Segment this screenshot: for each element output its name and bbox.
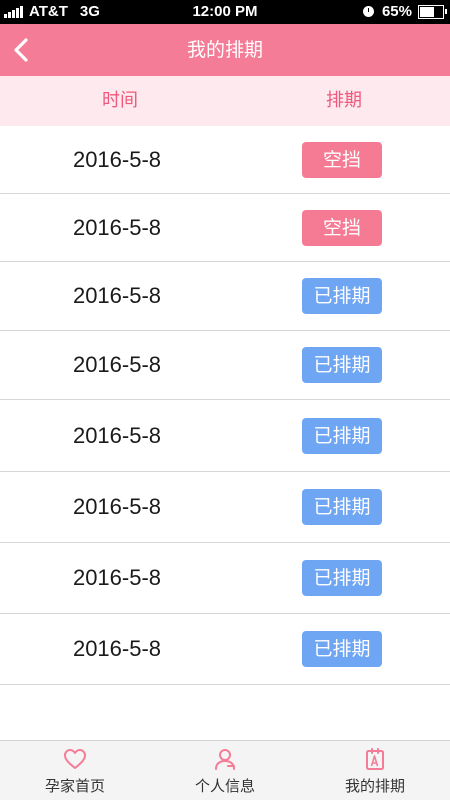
- row-date: 2016-5-8: [72, 352, 162, 377]
- status-badge-empty[interactable]: 空挡: [302, 142, 382, 178]
- table-row: 2016-5-8 空挡: [0, 126, 450, 194]
- row-date: 2016-5-8: [72, 636, 162, 661]
- battery-icon: [418, 4, 447, 19]
- row-date: 2016-5-8: [72, 494, 162, 519]
- row-date: 2016-5-8: [72, 423, 162, 448]
- table-row: 2016-5-8 已排期: [0, 614, 450, 685]
- status-badge-booked[interactable]: 已排期: [302, 418, 382, 454]
- nav-bar: 我的排期: [0, 24, 450, 76]
- page-title: 我的排期: [186, 39, 263, 61]
- heart-icon: [63, 747, 87, 771]
- column-header-schedule: 排期: [326, 90, 362, 111]
- status-badge-booked[interactable]: 已排期: [302, 631, 382, 667]
- table-row: 2016-5-8 已排期: [0, 400, 450, 472]
- status-bar-right: 65%: [362, 3, 447, 20]
- tab-profile[interactable]: 个人信息: [150, 741, 300, 800]
- table-row: 2016-5-8 空挡: [0, 194, 450, 262]
- battery-percent: 65%: [381, 3, 412, 20]
- tab-home[interactable]: 孕家首页: [0, 741, 150, 800]
- table-row: 2016-5-8 已排期: [0, 262, 450, 331]
- status-badge-booked[interactable]: 已排期: [302, 347, 382, 383]
- user-icon: [213, 747, 237, 771]
- schedule-icon: [363, 747, 387, 771]
- tab-profile-label: 个人信息: [194, 777, 255, 795]
- column-header-time: 时间: [102, 90, 138, 111]
- table-row: 2016-5-8 已排期: [0, 543, 450, 614]
- row-date: 2016-5-8: [72, 283, 162, 308]
- tab-schedule-label: 我的排期: [344, 777, 405, 795]
- tab-schedule[interactable]: 我的排期: [300, 741, 450, 800]
- app-screen: AT&T 3G 12:00 PM 65% 我的排期 时间 排期 2016-5-8…: [0, 0, 450, 800]
- status-badge-booked[interactable]: 已排期: [302, 278, 382, 314]
- status-badge-booked[interactable]: 已排期: [302, 489, 382, 525]
- row-date: 2016-5-8: [72, 215, 162, 240]
- status-badge-empty[interactable]: 空挡: [302, 210, 382, 246]
- tab-home-label: 孕家首页: [44, 777, 105, 795]
- orientation-lock-icon: [362, 6, 374, 17]
- table-row: 2016-5-8 已排期: [0, 331, 450, 400]
- table-row: 2016-5-8 已排期: [0, 472, 450, 543]
- status-badge-booked[interactable]: 已排期: [302, 560, 382, 596]
- tab-bar: 孕家首页 个人信息 我的排期: [0, 740, 450, 800]
- row-date: 2016-5-8: [72, 147, 162, 172]
- table-header: 时间 排期: [0, 76, 450, 126]
- row-date: 2016-5-8: [72, 565, 162, 590]
- status-bar: AT&T 3G 12:00 PM 65%: [0, 0, 450, 24]
